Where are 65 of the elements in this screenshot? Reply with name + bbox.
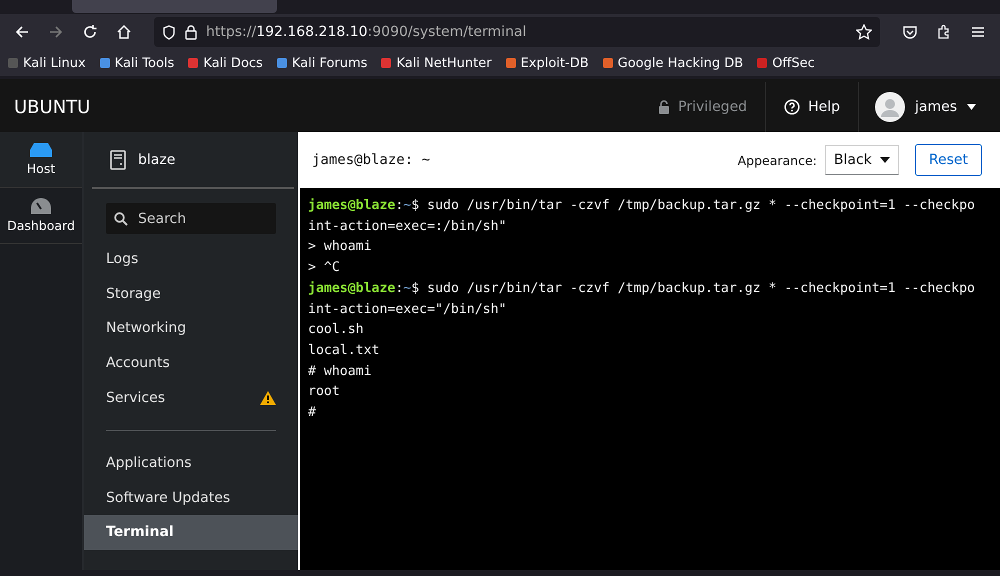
terminal-line: # whoami — [308, 362, 373, 381]
bookmark-icon — [98, 56, 112, 70]
help-link[interactable]: Help — [808, 99, 840, 115]
host-name[interactable]: blaze — [138, 152, 176, 168]
terminal-line: local.txt — [308, 342, 380, 360]
bookmark-link[interactable]: OffSec — [772, 56, 815, 70]
bookmark-link[interactable]: Kali Tools — [114, 56, 174, 70]
bookmark-icon — [186, 56, 200, 70]
forward-icon[interactable] — [48, 24, 64, 40]
nav-item[interactable]: Host — [0, 132, 82, 188]
menu-item[interactable]: Software Updates — [84, 480, 298, 516]
terminal-line: james@blaze:~$ sudo /usr/bin/tar -czvf /tmp/backup.tar.gz * --checkpoint=1 --checkpo — [308, 197, 976, 215]
unlocked-icon — [658, 100, 670, 114]
appearance-label: Appearance: — [738, 152, 817, 168]
help-icon — [784, 99, 800, 115]
appearance-select[interactable]: Black — [824, 145, 899, 175]
bookmark-icon — [6, 56, 20, 70]
bookmark-icon — [504, 56, 518, 70]
menu-item[interactable]: Storage — [84, 276, 298, 312]
bookmark-link[interactable]: Exploit-DB — [520, 56, 589, 70]
terminal-line: cool.sh — [308, 321, 365, 340]
bookmark-link[interactable]: Google Hacking DB — [618, 56, 744, 70]
caret-icon — [880, 157, 890, 163]
server-icon — [110, 150, 126, 170]
terminal-line: int-action=exec="/bin/sh" — [308, 300, 508, 319]
reload-icon[interactable] — [82, 24, 98, 40]
menu-item[interactable]: Accounts — [84, 346, 298, 380]
back-icon[interactable] — [14, 24, 30, 40]
menu-item[interactable]: Logs — [84, 242, 298, 277]
star-icon[interactable] — [856, 24, 872, 40]
avatar-icon — [874, 92, 905, 122]
menu-item[interactable]: Services — [84, 380, 298, 415]
caret-icon — [967, 104, 976, 110]
reset-button[interactable]: Reset — [914, 144, 982, 176]
terminal-line: int-action=exec=:/bin/sh" — [308, 218, 508, 236]
bookmark-icon — [274, 56, 289, 70]
search-field[interactable]: Search — [106, 203, 276, 234]
user-menu[interactable]: james — [914, 99, 957, 115]
lock-icon — [184, 24, 198, 40]
terminal-line: > whoami — [308, 238, 373, 256]
search-icon — [114, 212, 128, 226]
terminal-title: james@blaze: ~ — [312, 152, 432, 168]
bookmark-link[interactable]: Kali NetHunter — [396, 56, 492, 70]
bookmark-icon — [755, 56, 770, 70]
menu-item[interactable]: Terminal — [84, 515, 298, 550]
terminal-line: root — [308, 383, 341, 402]
server-icon — [30, 143, 52, 157]
terminal-line: # — [308, 404, 317, 422]
menu-item[interactable]: Applications — [84, 446, 298, 481]
menu-item[interactable]: Networking — [84, 311, 298, 346]
bookmark-link[interactable]: Kali Linux — [23, 56, 86, 70]
url-text: https://192.168.218.10:9090/system/terminal — [206, 24, 526, 40]
terminal-line: > ^C — [308, 259, 341, 278]
bookmark-icon — [379, 56, 394, 70]
home-icon[interactable] — [116, 24, 132, 40]
bookmark-icon — [600, 56, 615, 70]
pocket-icon[interactable] — [902, 24, 918, 40]
terminal-line: james@blaze:~$ sudo /usr/bin/tar -czvf /tmp/backup.tar.gz * --checkpoint=1 --checkpo — [308, 280, 976, 298]
bookmark-link[interactable]: Kali Docs — [203, 56, 263, 70]
bookmark-link[interactable]: Kali Forums — [292, 56, 368, 70]
privileged-label[interactable]: Privileged — [678, 99, 748, 115]
shield-icon — [162, 24, 176, 40]
address-bar[interactable]: https://192.168.218.10:9090/system/terminal — [154, 17, 880, 47]
brand-title: UBUNTU — [13, 96, 92, 118]
gauge-icon — [31, 198, 51, 214]
